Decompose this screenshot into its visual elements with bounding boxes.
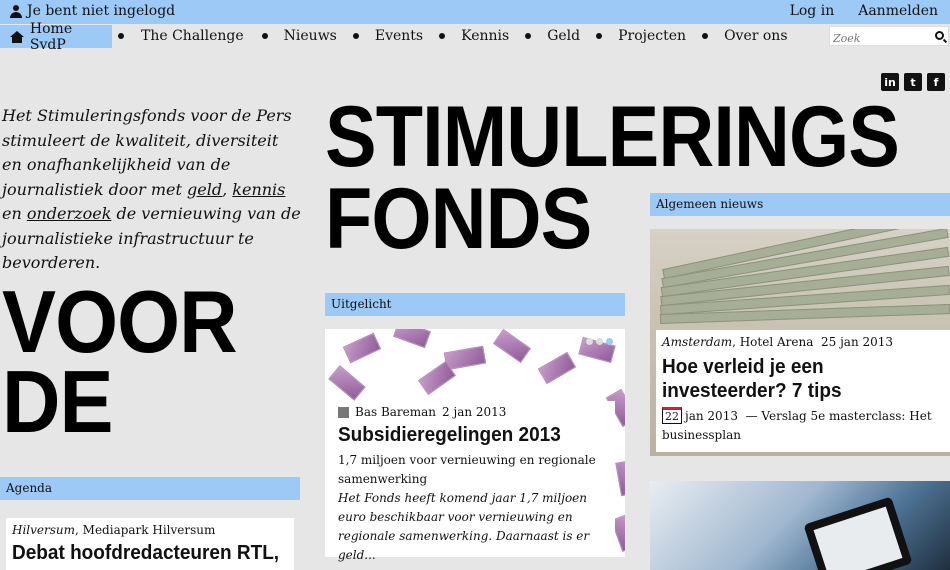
nav-item-kennis[interactable]: Kennis <box>461 28 509 44</box>
section-header-algemeen-nieuws: Algemeen nieuws <box>650 193 950 216</box>
intro-link-geld[interactable]: geld <box>187 180 222 199</box>
news-location: Amsterdam, Hotel Arena 25 jan 2013 <box>662 335 944 349</box>
article-teaser: Het Fonds heeft komend jaar 1,7 miljoen … <box>338 491 590 562</box>
news-related-date: jan 2013 <box>685 409 738 423</box>
logo-word-stimulerings: STIMULERINGS <box>325 89 900 185</box>
home-icon <box>10 30 24 43</box>
news-date: 25 jan 2013 <box>821 335 894 349</box>
calendar-icon: 22 <box>662 407 682 424</box>
nav-home[interactable]: Home SvdP <box>0 21 112 53</box>
search-box <box>829 26 949 48</box>
featured-article-card[interactable]: Bas Bareman 2 jan 2013 Subsidieregelinge… <box>334 401 615 562</box>
nav-separator-dot <box>525 33 532 39</box>
top-bar: Je bent niet ingelogd Log in Aanmelden <box>0 0 950 24</box>
twitter-icon[interactable]: t <box>904 73 922 91</box>
search-input[interactable] <box>830 29 930 48</box>
article-subtitle: 1,7 miljoen voor vernieuwing en regional… <box>338 453 596 486</box>
nav-item-projecten[interactable]: Projecten <box>618 28 686 44</box>
news-city: Amsterdam <box>662 335 733 349</box>
nav-item-the-challenge[interactable]: The Challenge <box>141 28 244 44</box>
slider-dot[interactable] <box>596 338 603 345</box>
nav-separator-dot <box>439 33 446 39</box>
search-icon[interactable] <box>935 31 944 40</box>
banknote-shape <box>537 351 577 385</box>
login-status: Je bent niet ingelogd <box>10 3 175 19</box>
nav-items: The Challenge Nieuws Events Kennis Geld … <box>112 28 788 44</box>
news-image-2[interactable] <box>650 481 950 570</box>
login-status-text: Je bent niet ingelogd <box>27 3 176 19</box>
nav-separator-dot <box>596 33 603 39</box>
user-icon <box>10 4 22 18</box>
agenda-card[interactable]: Hilversum, Mediapark Hilversum Debat hoo… <box>6 518 294 570</box>
intro-link-onderzoek[interactable]: onderzoek <box>27 204 112 223</box>
agenda-headline[interactable]: Debat hoofdredacteuren RTL, <box>12 541 279 565</box>
news-headline[interactable]: Hoe verleid je een investeerder? 7 tips <box>662 355 930 403</box>
intro-link-kennis[interactable]: kennis <box>232 180 285 199</box>
nav-separator-dot <box>702 33 709 39</box>
news-related: 22 jan 2013 — Verslag 5e masterclass: Het… <box>662 407 944 445</box>
logo-word-de: DE <box>2 352 114 451</box>
banknote-shape <box>392 329 432 349</box>
banknote-shape <box>328 365 366 401</box>
banknote-shape <box>342 332 382 364</box>
section-header-agenda: Agenda <box>0 477 300 500</box>
section-header-uitgelicht: Uitgelicht <box>325 293 625 316</box>
tablet-shape <box>803 496 913 570</box>
intro-text-part: , <box>222 179 233 199</box>
nav-item-over-ons[interactable]: Over ons <box>724 28 787 44</box>
banknote-shape <box>492 329 532 364</box>
intro-text-part: en <box>2 204 27 223</box>
register-link[interactable]: Aanmelden <box>858 3 938 19</box>
main-nav: Home SvdP The Challenge Nieuws Events Ke… <box>0 21 950 53</box>
nav-home-label: Home SvdP <box>29 20 73 53</box>
login-link[interactable]: Log in <box>790 3 835 19</box>
slider-dots <box>586 338 613 345</box>
article-meta: Bas Bareman 2 jan 2013 <box>338 405 611 419</box>
slider-dot-active[interactable] <box>606 338 613 345</box>
article-date: 2 jan 2013 <box>442 405 507 419</box>
nav-item-events[interactable]: Events <box>375 28 423 44</box>
agenda-city: Hilversum <box>12 523 76 537</box>
article-headline[interactable]: Subsidieregelingen 2013 <box>338 423 597 447</box>
banknote-shape <box>615 459 625 497</box>
nav-separator-dot <box>352 33 359 39</box>
logo-word-fonds: FONDS <box>325 171 592 267</box>
intro-text: Het Stimuleringsfonds voor de Pers stimu… <box>2 104 302 276</box>
account-links: Log in Aanmelden <box>790 3 938 19</box>
news-venue: , Hotel Arena <box>732 335 814 349</box>
author-avatar <box>338 406 349 418</box>
news-article-card[interactable]: Amsterdam, Hotel Arena 25 jan 2013 Hoe v… <box>656 330 950 452</box>
nav-item-nieuws[interactable]: Nieuws <box>284 28 337 44</box>
agenda-location: Hilversum, Mediapark Hilversum <box>12 523 288 537</box>
agenda-venue: , Mediapark Hilversum <box>75 523 216 537</box>
slider-dot[interactable] <box>586 338 593 345</box>
facebook-icon[interactable]: f <box>927 73 945 91</box>
article-author: Bas Bareman <box>355 405 437 419</box>
nav-separator-dot <box>118 33 124 39</box>
nav-item-geld[interactable]: Geld <box>547 28 580 44</box>
nav-separator-dot <box>261 33 268 39</box>
